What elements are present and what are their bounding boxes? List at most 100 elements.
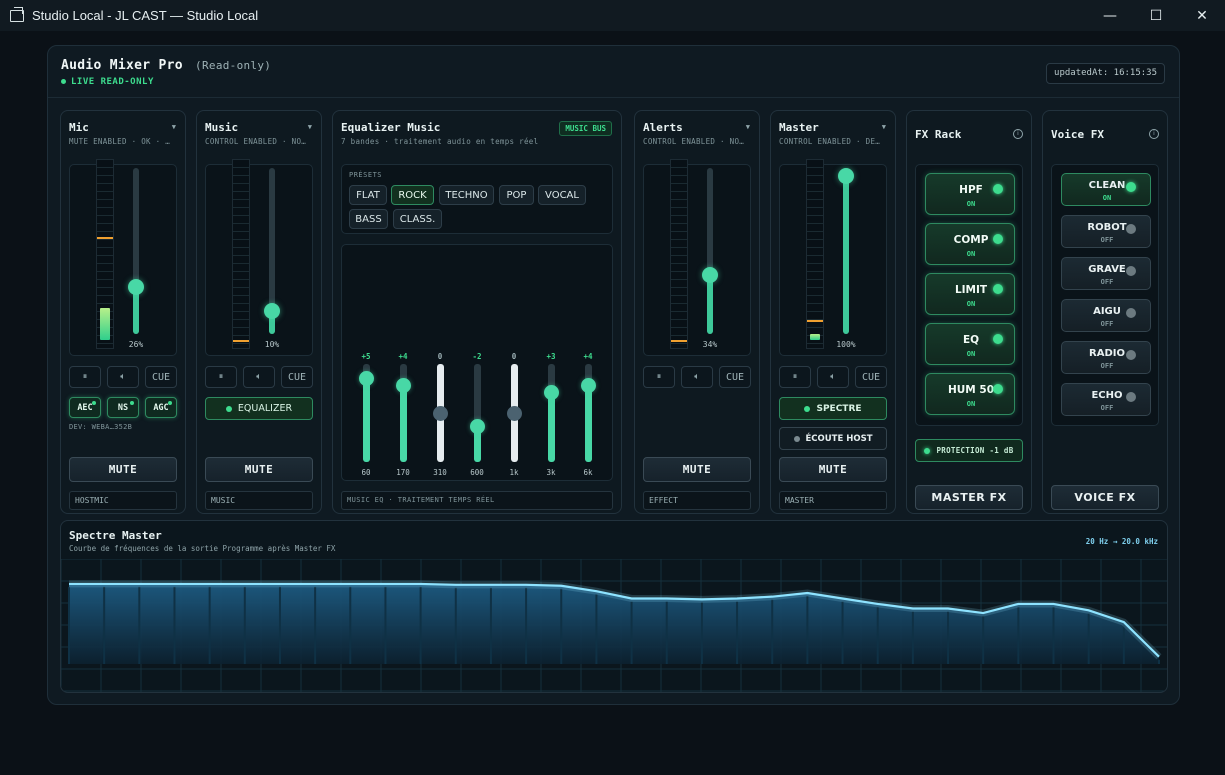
voice-robot-button[interactable]: ROBOT OFF: [1061, 215, 1151, 248]
meter-peak: [807, 319, 823, 322]
mute-button[interactable]: MUTE: [643, 457, 751, 482]
cue-button[interactable]: CUE: [855, 366, 887, 388]
device-label: DEV: WEBA…352B: [69, 423, 133, 431]
fx-limit-button[interactable]: LIMIT ON: [925, 273, 1015, 315]
preset-bass[interactable]: BASS: [349, 209, 388, 229]
chevron-down-icon[interactable]: ▼: [308, 123, 312, 131]
app-window-icon: [10, 6, 24, 22]
solo-icon[interactable]: ⏸: [69, 366, 101, 388]
led-icon: [993, 334, 1003, 344]
voice-fx-title: Voice FX: [1051, 128, 1104, 141]
eq-subtitle: 7 bandes · traitement audio en temps rée…: [341, 137, 539, 146]
fx-eq-button[interactable]: EQ ON: [925, 323, 1015, 365]
ns-button[interactable]: NS: [107, 397, 139, 418]
cue-button[interactable]: CUE: [281, 366, 313, 388]
led-icon: [993, 384, 1003, 394]
close-button[interactable]: ✕: [1179, 0, 1225, 31]
speaker-icon[interactable]: 🔈︎: [817, 366, 849, 388]
voice-echo-button[interactable]: ECHO OFF: [1061, 383, 1151, 416]
voice-radio-button[interactable]: RADIO OFF: [1061, 341, 1151, 374]
equalizer-button[interactable]: EQUALIZER: [205, 397, 313, 420]
eq-band-1k[interactable]: 0 1k: [499, 352, 529, 477]
speaker-icon[interactable]: 🔈︎: [243, 366, 275, 388]
band-knob[interactable]: [396, 377, 411, 393]
band-knob[interactable]: [544, 384, 559, 400]
aec-button[interactable]: AEC: [69, 397, 101, 418]
ecoute-host-button[interactable]: ÉCOUTE HOST: [779, 427, 887, 450]
eq-band-3k[interactable]: +3 3k: [536, 352, 566, 477]
presets-panel: PRÉSETS FLAT ROCK TECHNO POP VOCAL BASS …: [341, 164, 613, 234]
voice-state: OFF: [1100, 236, 1114, 244]
cue-button[interactable]: CUE: [719, 366, 751, 388]
fx-hum50-button[interactable]: HUM 50 ON: [925, 373, 1015, 415]
mute-button[interactable]: MUTE: [205, 457, 313, 482]
voice-aigu-button[interactable]: AIGU OFF: [1061, 299, 1151, 332]
channel-strip-master: Master ▼ CONTROL ENABLED · DE… 100% ⏸ 🔈︎…: [770, 110, 896, 514]
eq-band-170[interactable]: +4 170: [388, 352, 418, 477]
band-knob[interactable]: [581, 377, 596, 393]
fx-comp-button[interactable]: COMP ON: [925, 223, 1015, 265]
strip-status: MUTE ENABLED · OK · …: [69, 137, 171, 146]
spectre-button[interactable]: SPECTRE: [779, 397, 887, 420]
mute-button[interactable]: MUTE: [779, 457, 887, 482]
bus-name: MUSIC: [205, 491, 313, 510]
strip-status: CONTROL ENABLED · NO…: [643, 137, 745, 146]
channel-strip-mic: Mic ▼ MUTE ENABLED · OK · … 26% ⏸ 🔈︎ CUE…: [60, 110, 186, 514]
band-frequency: 3k: [546, 468, 556, 477]
info-icon[interactable]: i: [1149, 129, 1159, 139]
fader-panel: 34%: [643, 159, 751, 356]
preset-vocal[interactable]: VOCAL: [538, 185, 586, 205]
preset-flat[interactable]: FLAT: [349, 185, 387, 205]
updated-at-badge: updatedAt: 16:15:35: [1046, 63, 1165, 84]
chevron-down-icon[interactable]: ▼: [882, 123, 886, 131]
eq-band-600[interactable]: -2 600: [462, 352, 492, 477]
volume-fader[interactable]: [128, 168, 144, 334]
app-title-text: Audio Mixer Pro: [61, 58, 183, 73]
volume-fader[interactable]: [838, 168, 854, 334]
volume-percent: 10%: [256, 340, 288, 349]
fader-knob[interactable]: [128, 279, 144, 295]
strip-status: CONTROL ENABLED · DE…: [779, 137, 881, 146]
level-meter: [806, 159, 824, 349]
band-knob[interactable]: [507, 405, 522, 421]
solo-icon[interactable]: ⏸: [643, 366, 675, 388]
preset-rock[interactable]: ROCK: [391, 185, 434, 205]
master-fx-button[interactable]: MASTER FX: [915, 485, 1023, 510]
fader-knob[interactable]: [838, 168, 854, 184]
band-knob[interactable]: [470, 419, 485, 435]
fader-knob[interactable]: [702, 267, 718, 283]
chevron-down-icon[interactable]: ▼: [746, 123, 750, 131]
preset-pop[interactable]: POP: [499, 185, 534, 205]
speaker-icon[interactable]: 🔈︎: [107, 366, 139, 388]
voice-name: RADIO: [1089, 348, 1125, 359]
eq-band-60[interactable]: +5 60: [351, 352, 381, 477]
band-gain: +5: [361, 352, 371, 361]
mixer-app: Audio Mixer Pro (Read-only) LIVE READ-ON…: [47, 45, 1180, 705]
speaker-icon[interactable]: 🔈︎: [681, 366, 713, 388]
volume-fader[interactable]: [264, 168, 280, 334]
info-icon[interactable]: i: [1013, 129, 1023, 139]
fader-knob[interactable]: [264, 303, 280, 319]
preset-class[interactable]: CLASS.: [393, 209, 442, 229]
minimize-button[interactable]: —: [1087, 0, 1133, 31]
mute-button[interactable]: MUTE: [69, 457, 177, 482]
band-knob[interactable]: [359, 370, 374, 386]
chevron-down-icon[interactable]: ▼: [172, 123, 176, 131]
voice-clean-button[interactable]: CLEAN ON: [1061, 173, 1151, 206]
voice-fx-button[interactable]: VOICE FX: [1051, 485, 1159, 510]
voice-grave-button[interactable]: GRAVE OFF: [1061, 257, 1151, 290]
equalizer-panel: Equalizer Music MUSIC BUS 7 bandes · tra…: [332, 110, 622, 514]
maximize-button[interactable]: ☐: [1133, 0, 1179, 31]
band-knob[interactable]: [433, 405, 448, 421]
preset-techno[interactable]: TECHNO: [439, 185, 494, 205]
solo-icon[interactable]: ⏸: [205, 366, 237, 388]
eq-band-310[interactable]: 0 310: [425, 352, 455, 477]
cue-button[interactable]: CUE: [145, 366, 177, 388]
music-bus-badge: MUSIC BUS: [559, 121, 612, 136]
eq-band-6k[interactable]: +4 6k: [573, 352, 603, 477]
volume-fader[interactable]: [702, 168, 718, 334]
solo-icon[interactable]: ⏸: [779, 366, 811, 388]
fader-panel: 10%: [205, 159, 313, 356]
fx-hpf-button[interactable]: HPF ON: [925, 173, 1015, 215]
agc-button[interactable]: AGC: [145, 397, 177, 418]
